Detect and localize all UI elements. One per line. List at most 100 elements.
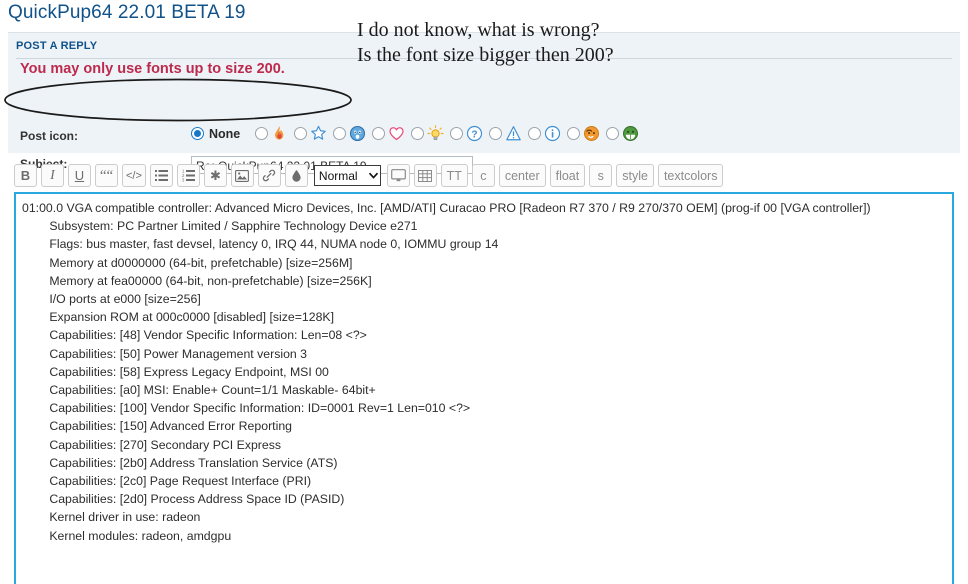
post-icon-option-heart[interactable] bbox=[372, 125, 405, 142]
radio-shocked[interactable] bbox=[333, 127, 347, 140]
post-icon-option-info[interactable] bbox=[528, 125, 561, 142]
radio-green-face[interactable] bbox=[606, 127, 620, 140]
annotation-line-1: I do not know, what is wrong? bbox=[357, 19, 600, 41]
editor-line: Kernel modules: radeon, amdgpu bbox=[22, 528, 232, 543]
star-icon bbox=[311, 125, 327, 140]
font-size-select[interactable]: Normal bbox=[313, 165, 381, 186]
editor-line: Capabilities: [2b0] Address Translation … bbox=[22, 455, 338, 470]
monitor-icon bbox=[390, 169, 406, 182]
post-icon-option-shocked[interactable] bbox=[333, 125, 366, 142]
color-button[interactable] bbox=[284, 164, 308, 187]
editor-line: Expansion ROM at 000c0000 [disabled] [si… bbox=[22, 310, 335, 325]
radio-warning[interactable] bbox=[489, 127, 503, 140]
radio-orange-face[interactable] bbox=[567, 127, 581, 140]
editor-line: Capabilities: [50] Power Management vers… bbox=[22, 346, 308, 361]
post-icon-option-question[interactable]: ? bbox=[450, 125, 483, 142]
radio-heart[interactable] bbox=[372, 127, 386, 140]
post-icon-option-flame[interactable] bbox=[255, 125, 288, 142]
link-icon bbox=[263, 169, 276, 182]
radio-lightbulb[interactable] bbox=[411, 127, 425, 140]
unordered-list-button[interactable] bbox=[149, 164, 173, 187]
image-button[interactable] bbox=[230, 164, 254, 187]
heart-icon bbox=[389, 127, 404, 141]
info-icon bbox=[545, 125, 561, 142]
shocked-face-icon bbox=[350, 125, 366, 142]
svg-text:3: 3 bbox=[182, 178, 185, 183]
radio-star[interactable] bbox=[294, 127, 308, 140]
post-icon-option-orange-face[interactable] bbox=[567, 125, 600, 142]
editor-line: Capabilities: [270] Secondary PCI Expres… bbox=[22, 437, 282, 452]
code-button[interactable]: </> bbox=[122, 164, 146, 187]
orange-face-icon bbox=[584, 126, 600, 141]
code-label: </> bbox=[126, 169, 142, 182]
annotation-line-2: Is the font size bigger then 200? bbox=[357, 44, 614, 66]
editor-line: 01:00.0 VGA compatible controller: Advan… bbox=[22, 201, 871, 215]
bold-label: B bbox=[20, 168, 31, 183]
center-button[interactable]: center bbox=[498, 164, 546, 187]
hand-drawn-ellipse-icon bbox=[4, 78, 352, 122]
bold-button[interactable]: B bbox=[14, 164, 37, 187]
editor-line: Subsystem: PC Partner Limited / Sapphire… bbox=[22, 219, 418, 234]
float-button[interactable]: float bbox=[549, 164, 586, 187]
message-textarea[interactable]: 01:00.0 VGA compatible controller: Advan… bbox=[14, 192, 954, 584]
table-button[interactable] bbox=[413, 164, 437, 187]
quote-button[interactable]: ““ bbox=[95, 164, 118, 187]
asterisk-glyph: ✱ bbox=[209, 167, 221, 183]
radio-info[interactable] bbox=[528, 127, 542, 140]
editor-line: Capabilities: [100] Vendor Specific Info… bbox=[22, 401, 471, 416]
post-icon-option-star[interactable] bbox=[294, 125, 327, 142]
editor-line: Capabilities: [58] Express Legacy Endpoi… bbox=[22, 364, 329, 379]
page-title: QuickPup64 22.01 BETA 19 bbox=[8, 2, 246, 23]
svg-text:?: ? bbox=[472, 129, 478, 140]
tt-button[interactable]: TT bbox=[440, 164, 468, 187]
droplet-icon bbox=[292, 169, 301, 182]
error-message: You may only use fonts up to size 200. bbox=[20, 61, 285, 77]
image-icon bbox=[235, 169, 250, 182]
quote-glyph: ““ bbox=[99, 167, 114, 184]
s-button[interactable]: s bbox=[589, 164, 613, 187]
post-icon-radio-group[interactable]: None ? bbox=[191, 125, 645, 142]
panel-heading: POST A REPLY bbox=[16, 40, 98, 52]
post-icon-option-green-face[interactable] bbox=[606, 125, 639, 142]
link-button[interactable] bbox=[257, 164, 281, 187]
radio-none[interactable] bbox=[191, 127, 204, 140]
table-icon bbox=[418, 169, 433, 182]
c-button[interactable]: c bbox=[471, 164, 495, 187]
editor-line: Capabilities: [150] Advanced Error Repor… bbox=[22, 419, 292, 434]
post-icon-label: Post icon: bbox=[20, 129, 79, 143]
editor-line: I/O ports at e000 [size=256] bbox=[22, 292, 201, 307]
editor-toolbar[interactable]: B I U ““ </> 123 ✱ Normal TT c center fl… bbox=[14, 164, 724, 187]
post-icon-option-warning[interactable] bbox=[489, 125, 522, 142]
editor-line: Capabilities: [48] Vendor Specific Infor… bbox=[22, 328, 367, 343]
post-icon-none-label: None bbox=[209, 126, 241, 141]
flash-button[interactable] bbox=[386, 164, 410, 187]
flame-icon bbox=[275, 126, 284, 140]
underline-button[interactable]: U bbox=[68, 164, 91, 187]
list-item-button[interactable]: ✱ bbox=[203, 164, 227, 187]
editor-line: Memory at fea00000 (64-bit, non-prefetch… bbox=[22, 273, 372, 288]
lightbulb-icon bbox=[427, 125, 444, 141]
underline-label: U bbox=[74, 168, 85, 183]
font-size-value: Normal bbox=[318, 168, 358, 183]
question-icon: ? bbox=[467, 125, 483, 142]
editor-line: Flags: bus master, fast devsel, latency … bbox=[22, 237, 499, 252]
italic-label: I bbox=[50, 167, 55, 183]
post-icon-option-none[interactable]: None bbox=[191, 127, 249, 141]
post-icon-option-lightbulb[interactable] bbox=[411, 125, 444, 142]
editor-line: Capabilities: [2d0] Process Address Spac… bbox=[22, 492, 345, 507]
style-button[interactable]: style bbox=[616, 164, 654, 187]
chevron-down-icon bbox=[368, 172, 378, 179]
editor-line: Capabilities: [a0] MSI: Enable+ Count=1/… bbox=[22, 383, 376, 398]
editor-line: Capabilities: [2c0] Page Request Interfa… bbox=[22, 474, 312, 489]
ordered-list-button[interactable]: 123 bbox=[176, 164, 200, 187]
editor-line: Kernel driver in use: radeon bbox=[22, 510, 201, 525]
italic-button[interactable]: I bbox=[41, 164, 64, 187]
textcolors-button[interactable]: textcolors bbox=[657, 164, 724, 187]
editor-line: Memory at d0000000 (64-bit, prefetchable… bbox=[22, 255, 353, 270]
radio-flame[interactable] bbox=[255, 127, 269, 140]
radio-question[interactable] bbox=[450, 127, 464, 140]
message-textarea-content: 01:00.0 VGA compatible controller: Advan… bbox=[16, 194, 952, 584]
warning-icon bbox=[506, 126, 522, 141]
